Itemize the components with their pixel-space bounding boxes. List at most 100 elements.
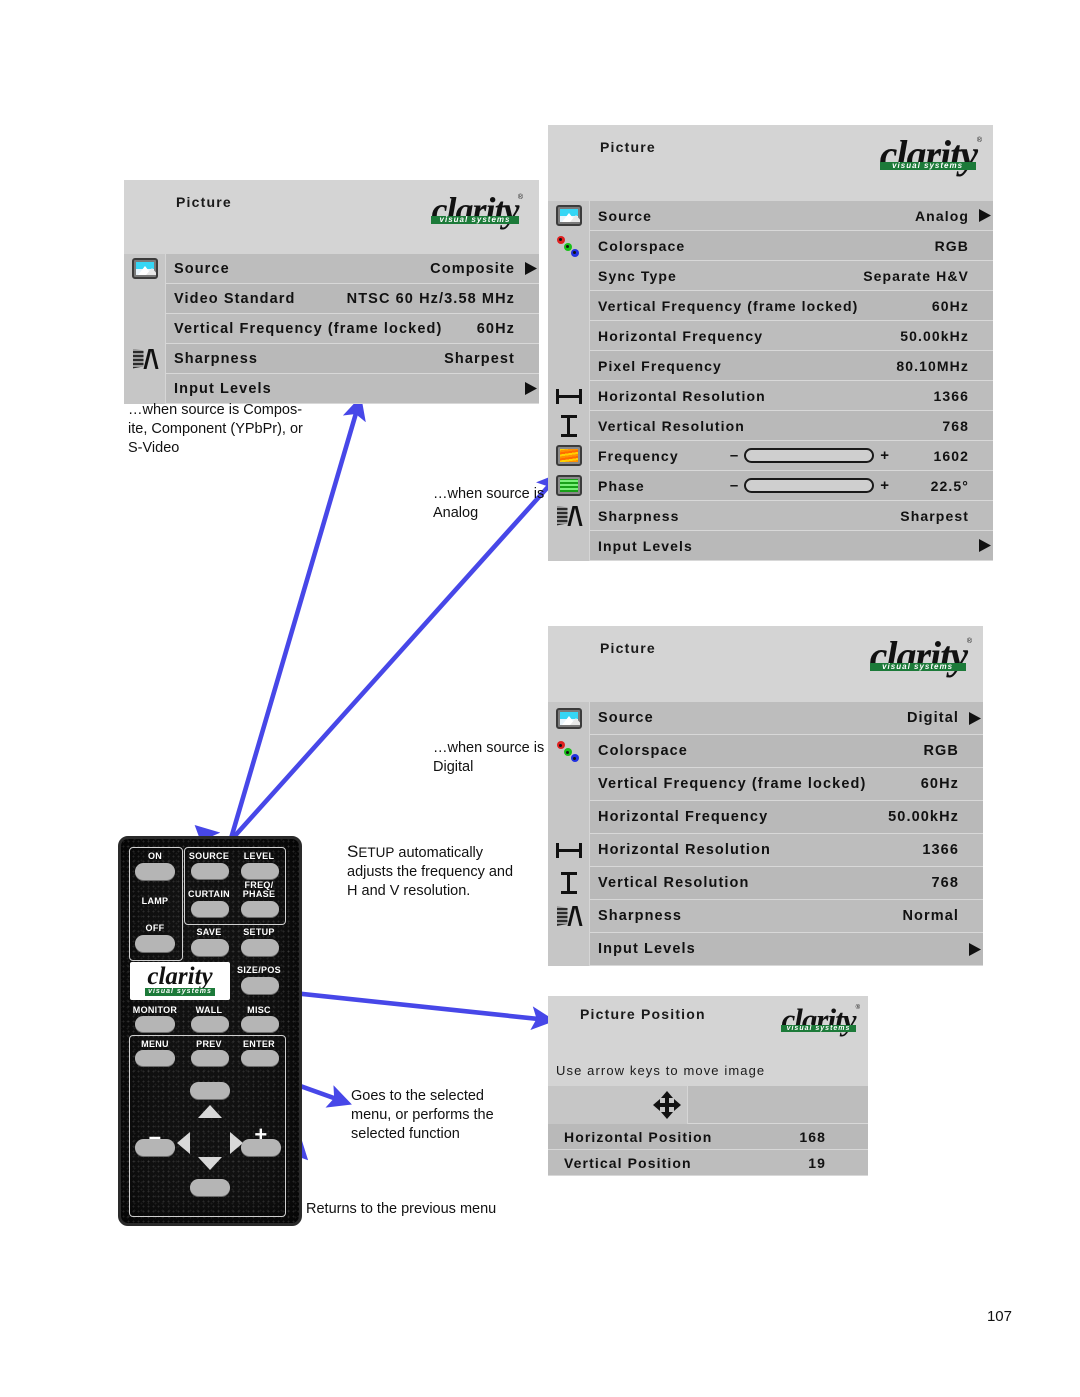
menu-row[interactable]: Vertical Frequency (frame locked) 60Hz [548, 290, 993, 321]
menu-row[interactable]: Source Composite [124, 253, 539, 284]
slider-track[interactable] [744, 448, 875, 463]
picture-icon [555, 707, 582, 729]
note-setup-lead: S [347, 842, 359, 861]
menu-row[interactable]: Frequency – +1602 [548, 440, 993, 471]
row-slider[interactable]: – + [730, 477, 889, 494]
note-enter: Goes to the selected menu, or performs t… [351, 1088, 494, 1142]
row-label: Horizontal Frequency [598, 327, 764, 344]
slider-track[interactable] [744, 478, 875, 493]
menu-row[interactable]: Vertical Resolution 768 [548, 410, 993, 441]
menu-row[interactable]: Phase – +22.5° [548, 470, 993, 501]
remote-button-monitor[interactable] [135, 1016, 175, 1032]
row-value: Normal [902, 908, 959, 924]
menu-row[interactable]: Input Levels [124, 373, 539, 404]
menu-row[interactable]: Sync Type Separate H&V [548, 260, 993, 291]
row-value: 50.00kHz [888, 809, 959, 825]
menu-row[interactable]: Horizontal Position 168 [548, 1124, 868, 1150]
menu-row[interactable]: Vertical Frequency (frame locked) 60Hz [548, 767, 983, 801]
remote-button-off[interactable] [135, 935, 175, 952]
move-icon [653, 1090, 681, 1119]
remote-button-on[interactable] [135, 863, 175, 880]
remote-label-wall: WALL [195, 1005, 223, 1015]
menu-row[interactable]: Horizontal Frequency 50.00kHz [548, 800, 983, 834]
menu-row[interactable]: Vertical Resolution 768 [548, 866, 983, 900]
row-label: Source [598, 207, 653, 224]
remote-button-minus[interactable] [135, 1139, 175, 1156]
menu-row[interactable]: Colorspace RGB [548, 734, 983, 768]
remote-button-menu[interactable] [135, 1050, 175, 1066]
panel-rows: Source Analog Colorspace RGB Sync Type Separa… [548, 200, 993, 561]
remote-button-up[interactable] [190, 1082, 230, 1099]
menu-row[interactable]: Sharpness Sharpest [124, 343, 539, 374]
remote-button-down[interactable] [190, 1179, 230, 1196]
menu-row[interactable]: Vertical Frequency (frame locked) 60Hz [124, 313, 539, 344]
menu-row[interactable]: Colorspace RGB [548, 230, 993, 261]
remote-button-misc[interactable] [241, 1016, 279, 1032]
remote-button-wall[interactable] [191, 1016, 229, 1032]
osd-panel-composite: Picture clarity visual systems ® Source C… [124, 180, 539, 404]
menu-row[interactable]: Horizontal Resolution 1366 [548, 833, 983, 867]
slider-minus[interactable]: – [730, 447, 738, 464]
remote-button-source[interactable] [191, 863, 229, 879]
menu-row[interactable]: Input Levels [548, 932, 983, 966]
remote-button-curtain[interactable] [191, 901, 229, 917]
menu-row[interactable] [548, 1085, 868, 1124]
row-label: Vertical Frequency (frame locked) [598, 776, 867, 792]
row-label: Input Levels [598, 941, 696, 957]
row-label: Sharpness [598, 507, 680, 524]
clarity-logo: clarity visual systems ® [869, 636, 972, 676]
osd-panel-picture-position: Picture Position clarity visual systems … [548, 996, 868, 1176]
menu-row[interactable]: Horizontal Resolution 1366 [548, 380, 993, 411]
remote-button-prev[interactable] [191, 1050, 229, 1066]
remote-label-curtain: CURTAIN [188, 889, 230, 899]
menu-row[interactable]: Input Levels [548, 530, 993, 561]
panel-title: Picture Position [580, 1006, 706, 1022]
vertical-resolution-icon [560, 871, 578, 895]
panel-header: Picture clarity visual systems ® [124, 180, 539, 254]
row-icon-slot [548, 380, 590, 411]
remote-button-size-pos[interactable] [241, 977, 279, 994]
row-label: Frequency [598, 447, 679, 464]
clarity-logo: clarity visual systems ® [781, 1004, 860, 1035]
submenu-caret-icon [967, 942, 983, 957]
row-label: Source [598, 710, 654, 726]
row-icon-slot [548, 800, 590, 834]
panel-header: Picture Position clarity visual systems … [548, 996, 868, 1058]
note-analog: …when source is Analog [433, 486, 545, 521]
menu-row[interactable]: Horizontal Frequency 50.00kHz [548, 320, 993, 351]
row-icon-slot [548, 440, 590, 471]
picture-icon [555, 205, 582, 226]
remote-button-setup[interactable] [241, 939, 279, 956]
row-label: Sharpness [174, 350, 259, 367]
row-value: 1366 [922, 842, 959, 858]
note-prev: Returns to the previous menu [306, 1201, 497, 1217]
remote-button-freq-phase[interactable] [241, 901, 279, 917]
note-composite: …when source is Compos- ite, Component (… [128, 402, 303, 456]
menu-row[interactable]: Sharpness Sharpest [548, 500, 993, 531]
row-slider[interactable]: – + [730, 447, 889, 464]
horizontal-resolution-icon [555, 388, 583, 404]
row-icon-slot [548, 1124, 556, 1150]
menu-row[interactable]: Source Digital [548, 701, 983, 735]
slider-minus[interactable]: – [730, 477, 738, 494]
row-value: 22.5° [930, 477, 969, 494]
slider-plus[interactable]: + [880, 447, 889, 464]
note-digital: …when source is Digital [433, 740, 545, 775]
remote-button-plus[interactable] [241, 1139, 281, 1156]
slider-plus[interactable]: + [880, 477, 889, 494]
row-label: Vertical Resolution [598, 875, 750, 891]
menu-row[interactable]: Video Standard NTSC 60 Hz/3.58 MHz [124, 283, 539, 314]
menu-row[interactable]: Vertical Position 19 [548, 1150, 868, 1176]
remote-button-enter[interactable] [241, 1050, 279, 1066]
menu-row[interactable]: Source Analog [548, 200, 993, 231]
row-label: Vertical Resolution [598, 417, 745, 434]
remote-label-misc: MISC [247, 1005, 271, 1015]
row-value: Composite [430, 260, 515, 277]
note-setup: SETUP automatically adjusts the frequenc… [347, 842, 557, 901]
panel-rows: Source Digital Colorspace RGB Vertical Frequ… [548, 701, 983, 966]
menu-row[interactable]: Sharpness Normal [548, 899, 983, 933]
remote-label-monitor: MONITOR [132, 1005, 178, 1015]
remote-button-save[interactable] [191, 939, 229, 956]
remote-button-level[interactable] [241, 863, 279, 879]
menu-row[interactable]: Pixel Frequency 80.10MHz [548, 350, 993, 381]
